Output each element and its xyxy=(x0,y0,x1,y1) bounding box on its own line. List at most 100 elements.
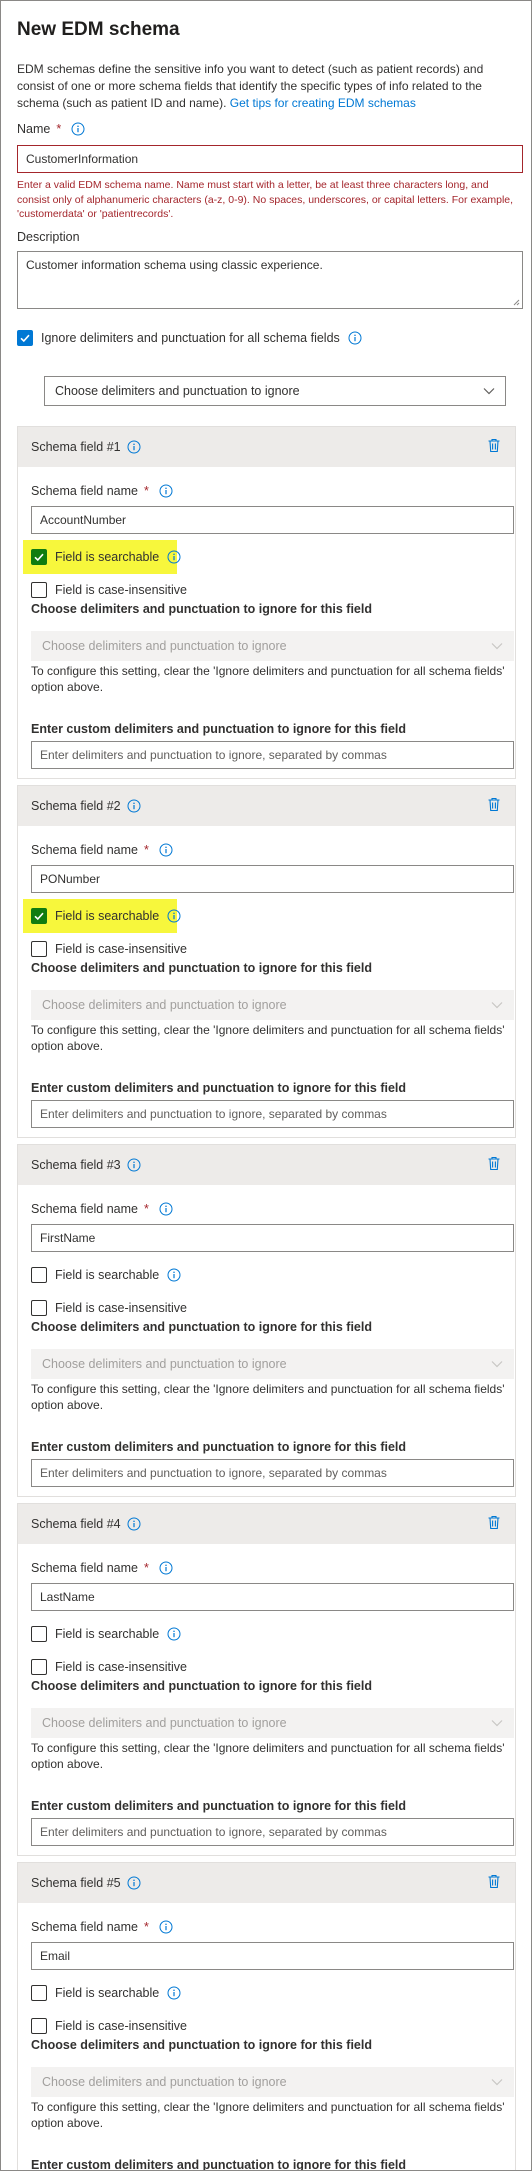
new-edm-schema-panel: New EDM schema EDM schemas define the se… xyxy=(0,0,532,2171)
resize-handle-icon[interactable] xyxy=(513,299,520,306)
schema-field-title: Schema field #3 xyxy=(31,1158,121,1172)
schema-field-name-label: Schema field name * xyxy=(31,1560,173,1576)
ignore-all-dropdown[interactable]: Choose delimiters and punctuation to ign… xyxy=(44,376,506,406)
info-icon[interactable] xyxy=(167,909,181,923)
delete-icon[interactable] xyxy=(487,797,501,815)
info-icon[interactable] xyxy=(127,1517,141,1531)
schema-field-title: Schema field #4 xyxy=(31,1517,121,1531)
name-input[interactable]: CustomerInformation xyxy=(17,145,523,173)
config-note: To configure this setting, clear the 'Ig… xyxy=(31,1382,505,1412)
custom-delimiters-placeholder: Enter delimiters and punctuation to igno… xyxy=(40,1466,387,1480)
searchable-checkbox-row[interactable]: Field is searchable xyxy=(31,1985,181,2001)
case-insensitive-label: Field is case-insensitive xyxy=(55,2019,187,2033)
schema-field-section-2: Schema field #2 Schema field name * PONum… xyxy=(17,785,516,1138)
case-insensitive-label: Field is case-insensitive xyxy=(55,1301,187,1315)
field-delimiters-dropdown-value: Choose delimiters and punctuation to ign… xyxy=(42,2075,287,2089)
custom-delimiters-heading: Enter custom delimiters and punctuation … xyxy=(31,1799,407,1813)
case-insensitive-label: Field is case-insensitive xyxy=(55,1660,187,1674)
field-delimiters-dropdown: Choose delimiters and punctuation to ign… xyxy=(31,631,514,661)
searchable-checkbox-row[interactable]: Field is searchable xyxy=(31,1626,181,1642)
case-insensitive-checkbox-row[interactable]: Field is case-insensitive xyxy=(31,941,187,957)
info-icon[interactable] xyxy=(127,1876,141,1890)
config-note: To configure this setting, clear the 'Ig… xyxy=(31,1023,505,1053)
searchable-label: Field is searchable xyxy=(55,1268,160,1282)
searchable-checkbox[interactable] xyxy=(31,1985,47,2001)
custom-delimiters-input[interactable]: Enter delimiters and punctuation to igno… xyxy=(31,1818,514,1846)
info-icon[interactable] xyxy=(167,1986,181,2000)
searchable-checkbox-row[interactable]: Field is searchable xyxy=(31,1267,181,1283)
info-icon[interactable] xyxy=(127,799,141,813)
info-icon[interactable] xyxy=(167,550,181,564)
searchable-checkbox[interactable] xyxy=(31,549,47,565)
searchable-checkbox[interactable] xyxy=(31,908,47,924)
case-insensitive-checkbox[interactable] xyxy=(31,582,47,598)
info-icon[interactable] xyxy=(159,1561,173,1575)
searchable-checkbox-row[interactable]: Field is searchable xyxy=(31,549,181,565)
custom-delimiters-input[interactable]: Enter delimiters and punctuation to igno… xyxy=(31,1459,514,1487)
searchable-checkbox[interactable] xyxy=(31,1267,47,1283)
case-insensitive-checkbox[interactable] xyxy=(31,1300,47,1316)
info-icon[interactable] xyxy=(127,440,141,454)
page-title: New EDM schema xyxy=(17,19,180,40)
case-insensitive-checkbox[interactable] xyxy=(31,941,47,957)
schema-field-name-input[interactable]: FirstName xyxy=(31,1224,514,1252)
chevron-down-icon xyxy=(491,2079,503,2086)
case-insensitive-checkbox-row[interactable]: Field is case-insensitive xyxy=(31,2018,187,2034)
description-label: Description xyxy=(17,230,80,244)
checkmark-icon xyxy=(34,553,44,562)
delete-icon[interactable] xyxy=(487,1874,501,1892)
field-delimiters-dropdown: Choose delimiters and punctuation to ign… xyxy=(31,2067,514,2097)
info-icon[interactable] xyxy=(159,1202,173,1216)
case-insensitive-checkbox-row[interactable]: Field is case-insensitive xyxy=(31,1300,187,1316)
delete-icon[interactable] xyxy=(487,438,501,456)
schema-field-title: Schema field #2 xyxy=(31,799,121,813)
custom-delimiters-input[interactable]: Enter delimiters and punctuation to igno… xyxy=(31,1100,514,1128)
info-icon[interactable] xyxy=(167,1268,181,1282)
custom-delimiters-heading: Enter custom delimiters and punctuation … xyxy=(31,2158,407,2171)
custom-delimiters-heading: Enter custom delimiters and punctuation … xyxy=(31,722,407,736)
delete-icon[interactable] xyxy=(487,1156,501,1174)
schema-field-header: Schema field #2 xyxy=(18,786,515,826)
ignore-all-checkbox-row[interactable]: Ignore delimiters and punctuation for al… xyxy=(17,330,362,346)
chevron-down-icon xyxy=(491,643,503,650)
description-textarea[interactable]: Customer information schema using classi… xyxy=(17,251,523,309)
choose-delimiters-heading: Choose delimiters and punctuation to ign… xyxy=(31,2038,372,2052)
case-insensitive-checkbox[interactable] xyxy=(31,1659,47,1675)
choose-delimiters-heading: Choose delimiters and punctuation to ign… xyxy=(31,1679,372,1693)
field-delimiters-dropdown-value: Choose delimiters and punctuation to ign… xyxy=(42,1357,287,1371)
schema-field-name-label: Schema field name * xyxy=(31,842,173,858)
ignore-all-label: Ignore delimiters and punctuation for al… xyxy=(41,331,340,345)
info-icon[interactable] xyxy=(159,484,173,498)
tips-link[interactable]: Get tips for creating EDM schemas xyxy=(230,96,416,110)
searchable-checkbox[interactable] xyxy=(31,1626,47,1642)
info-icon[interactable] xyxy=(71,122,85,136)
chevron-down-icon xyxy=(491,1002,503,1009)
case-insensitive-label: Field is case-insensitive xyxy=(55,583,187,597)
info-icon[interactable] xyxy=(167,1627,181,1641)
schema-field-name-input[interactable]: Email xyxy=(31,1942,514,1970)
intro-text: EDM schemas define the sensitive info yo… xyxy=(17,61,515,112)
schema-field-name-input[interactable]: LastName xyxy=(31,1583,514,1611)
custom-delimiters-placeholder: Enter delimiters and punctuation to igno… xyxy=(40,748,387,762)
case-insensitive-checkbox-row[interactable]: Field is case-insensitive xyxy=(31,1659,187,1675)
name-error-message: Enter a valid EDM schema name. Name must… xyxy=(17,179,514,220)
delete-icon[interactable] xyxy=(487,1515,501,1533)
custom-delimiters-input[interactable]: Enter delimiters and punctuation to igno… xyxy=(31,741,514,769)
config-note: To configure this setting, clear the 'Ig… xyxy=(31,1741,505,1771)
ignore-all-checkbox[interactable] xyxy=(17,330,33,346)
searchable-checkbox-row[interactable]: Field is searchable xyxy=(31,908,181,924)
schema-field-name-input[interactable]: PONumber xyxy=(31,865,514,893)
config-note: To configure this setting, clear the 'Ig… xyxy=(31,2100,505,2130)
field-delimiters-dropdown: Choose delimiters and punctuation to ign… xyxy=(31,990,514,1020)
info-icon[interactable] xyxy=(159,843,173,857)
case-insensitive-checkbox-row[interactable]: Field is case-insensitive xyxy=(31,582,187,598)
schema-field-name-input[interactable]: AccountNumber xyxy=(31,506,514,534)
info-icon[interactable] xyxy=(348,331,362,345)
field-delimiters-dropdown: Choose delimiters and punctuation to ign… xyxy=(31,1708,514,1738)
info-icon[interactable] xyxy=(159,1920,173,1934)
info-icon[interactable] xyxy=(127,1158,141,1172)
case-insensitive-checkbox[interactable] xyxy=(31,2018,47,2034)
name-label: Name * xyxy=(17,121,516,137)
custom-delimiters-placeholder: Enter delimiters and punctuation to igno… xyxy=(40,1107,387,1121)
config-note: To configure this setting, clear the 'Ig… xyxy=(31,664,505,694)
